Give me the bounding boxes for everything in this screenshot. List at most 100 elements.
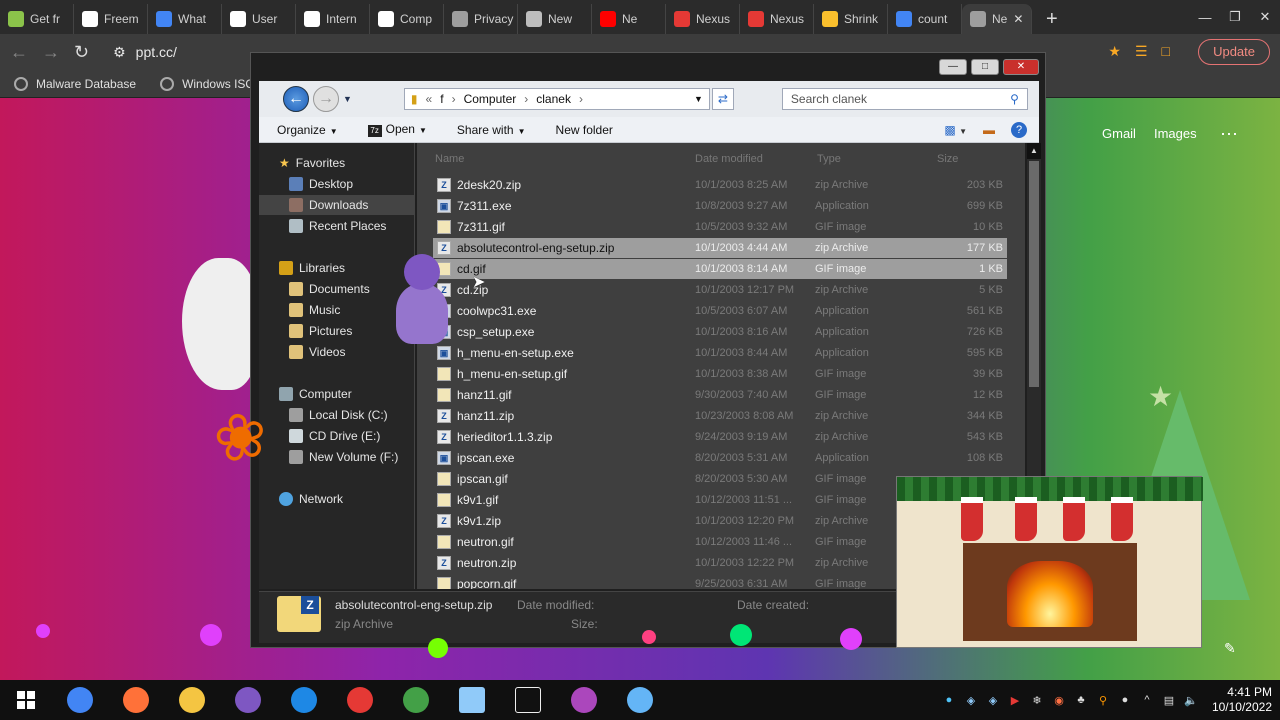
breadcrumb-separator-icon[interactable]: › [579, 92, 583, 106]
explorer-minimize-button[interactable]: — [939, 59, 967, 75]
restore-icon[interactable]: ❐ [1220, 9, 1250, 25]
tray-app-icon[interactable]: ● [1118, 694, 1132, 706]
browser-tab[interactable]: Nexus [740, 4, 814, 34]
volume-icon[interactable]: 🔈 [1184, 694, 1198, 707]
address-bar[interactable]: ⚙ ppt.cc/ [113, 38, 263, 66]
nav-pictures[interactable]: Pictures [289, 321, 352, 341]
images-link[interactable]: Images [1154, 126, 1197, 141]
breadcrumb-f[interactable]: f [440, 92, 443, 106]
taskbar-app-button[interactable] [220, 680, 276, 720]
column-date-modified[interactable]: Date modified [695, 153, 763, 165]
bonzi-buddy[interactable] [392, 254, 452, 346]
taskbar-app-button[interactable] [276, 680, 332, 720]
browser-tab[interactable]: Freem [74, 4, 148, 34]
file-row[interactable]: cd.gif 10/1/2003 8:14 AM GIF image 1 KB [433, 259, 1007, 279]
browser-tab[interactable]: Comp [370, 4, 444, 34]
extension-puzzle-icon[interactable]: ★ [1108, 43, 1121, 60]
show-hidden-icons[interactable]: ^ [1140, 694, 1154, 706]
address-dropdown-icon[interactable]: ▼ [694, 94, 703, 104]
close-tab-icon[interactable]: ✕ [1013, 12, 1023, 26]
view-options-icon[interactable]: ▩ ▼ [944, 123, 967, 137]
nav-local-disk[interactable]: Local Disk (C:) [289, 405, 388, 425]
share-with-button[interactable]: Share with ▼ [457, 123, 526, 137]
browser-tab[interactable]: User [222, 4, 296, 34]
browser-tab[interactable]: Ne ✕ [962, 4, 1032, 34]
gmail-link[interactable]: Gmail [1102, 126, 1136, 141]
browser-tab[interactable]: Intern [296, 4, 370, 34]
history-dropdown-icon[interactable]: ▼ [343, 94, 352, 104]
file-row[interactable]: Zherieditor1.1.3.zip 9/24/2003 9:19 AM zip… [433, 427, 1007, 447]
explorer-back-button[interactable]: ← [283, 86, 309, 112]
tray-app-icon[interactable]: ◈ [964, 694, 978, 707]
open-button[interactable]: 7z Open ▼ [367, 122, 427, 137]
explorer-close-button[interactable]: ✕ [1003, 59, 1039, 75]
file-row[interactable]: h_menu-en-setup.gif 10/1/2003 8:38 AM GIF … [433, 364, 1007, 384]
file-row[interactable]: ▣coolwpc31.exe10/5/2003 6:07 AMApplicati… [433, 301, 1007, 321]
tray-app-icon[interactable]: ◉ [1052, 694, 1066, 707]
nav-downloads[interactable]: Downloads [259, 195, 415, 215]
tray-app-icon[interactable]: ⚲ [1096, 694, 1110, 707]
breadcrumb-clanek[interactable]: clanek [536, 92, 571, 106]
file-row[interactable]: ▣ ipscan.exe 8/20/2003 5:31 AM Application 1… [433, 448, 1007, 468]
breadcrumb-separator-icon[interactable]: › [452, 92, 456, 106]
browser-tab[interactable]: Ne [592, 4, 666, 34]
taskbar-app-button[interactable] [556, 680, 612, 720]
breadcrumb-computer[interactable]: Computer [464, 92, 517, 106]
taskbar-app-button[interactable] [500, 680, 556, 720]
file-row[interactable]: hanz11.gif 9/30/2003 7:40 AM GIF image 12 K… [433, 385, 1007, 405]
nav-network[interactable]: Network [279, 489, 343, 509]
browser-tab[interactable]: Get fr [0, 4, 74, 34]
tray-app-icon[interactable]: ❄ [1030, 694, 1044, 707]
taskbar-app-button[interactable] [444, 680, 500, 720]
tray-app-icon[interactable]: ▶ [1008, 694, 1022, 707]
column-size[interactable]: Size [937, 153, 958, 165]
file-row[interactable]: ▣csp_setup.exe10/1/2003 8:16 AMApplicati… [433, 322, 1007, 342]
reload-icon[interactable]: ↻ [74, 42, 89, 63]
browser-tab[interactable]: New [518, 4, 592, 34]
scroll-up-icon[interactable]: ▲ [1027, 143, 1041, 159]
file-row[interactable]: Zhanz11.zip 10/23/2003 8:08 AM zip Archive… [433, 406, 1007, 426]
explorer-breadcrumb[interactable]: ▮ « f › Computer › clanek › ▼ [403, 88, 710, 110]
explorer-maximize-button[interactable]: □ [971, 59, 999, 75]
refresh-icon[interactable]: ⇄ [711, 88, 734, 110]
browser-tab[interactable]: Privacy en [444, 4, 518, 34]
file-row[interactable]: Zcd.zip 10/1/2003 12:17 PM zip Archive 5 KB [433, 280, 1007, 300]
breadcrumb-overflow[interactable]: « [426, 92, 433, 106]
scrollbar-thumb[interactable] [1029, 161, 1039, 387]
browser-tab[interactable]: Nexus [666, 4, 740, 34]
bookmark-windows-isos[interactable]: Windows ISOS [160, 76, 263, 91]
taskbar-app-button[interactable] [52, 680, 108, 720]
search-icon[interactable]: ⚲ [1010, 92, 1019, 106]
help-icon[interactable]: ? [1011, 121, 1027, 138]
nav-favorites[interactable]: ★ Favorites [279, 153, 345, 173]
side-panel-icon[interactable]: □ [1162, 43, 1170, 60]
site-info-icon[interactable]: ⚙ [113, 44, 126, 61]
new-folder-button[interactable]: New folder [556, 123, 613, 137]
browser-tab[interactable]: Shrink [814, 4, 888, 34]
reading-list-icon[interactable]: ☰ [1135, 43, 1148, 60]
explorer-search-input[interactable]: Search clanek ⚲ [781, 88, 1028, 110]
taskbar-app-button[interactable] [332, 680, 388, 720]
file-row[interactable]: Z 2desk20.zip 10/1/2003 8:25 AM zip Archive… [433, 175, 1007, 195]
edit-pencil-icon[interactable]: ✎ [1224, 640, 1236, 657]
forward-icon[interactable]: → [42, 42, 60, 63]
nav-libraries[interactable]: Libraries [279, 258, 345, 278]
browser-tab[interactable]: What [148, 4, 222, 34]
taskbar-clock[interactable]: 4:41 PM 10/10/2022 [1212, 685, 1272, 715]
nav-desktop[interactable]: Desktop [289, 174, 353, 194]
file-row[interactable]: ▣ 7z311.exe 10/8/2003 9:27 AM Application 69… [433, 196, 1007, 216]
close-window-icon[interactable]: ✕ [1250, 9, 1280, 25]
start-button[interactable] [0, 680, 52, 720]
taskbar-app-button[interactable] [108, 680, 164, 720]
organize-button[interactable]: Organize ▼ [277, 123, 338, 137]
browser-tab[interactable]: count [888, 4, 962, 34]
taskbar-app-button[interactable] [388, 680, 444, 720]
preview-pane-icon[interactable]: ▬ [983, 123, 995, 137]
taskbar-app-button[interactable] [612, 680, 668, 720]
nav-music[interactable]: Music [289, 300, 340, 320]
file-row[interactable]: ▣ h_menu-en-setup.exe 10/1/2003 8:44 AM App… [433, 343, 1007, 363]
minimize-icon[interactable]: — [1190, 10, 1220, 25]
column-name[interactable]: Name [435, 153, 464, 165]
column-type[interactable]: Type [817, 153, 841, 165]
update-button[interactable]: Update [1198, 39, 1270, 65]
